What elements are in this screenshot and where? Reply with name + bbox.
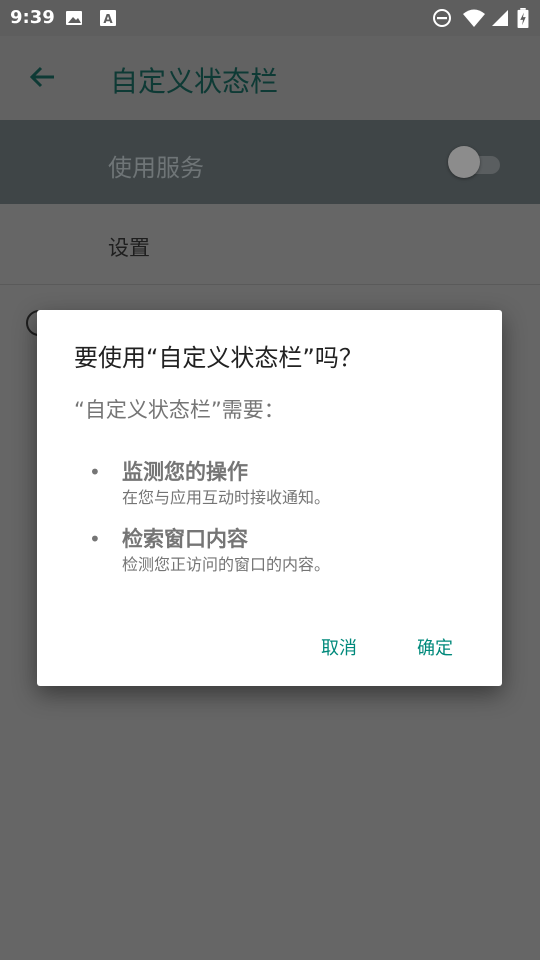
bullet-icon: •: [89, 527, 101, 551]
svg-text:A: A: [103, 12, 113, 26]
signal-icon: [492, 10, 508, 26]
status-bar: 9:39 A: [0, 0, 540, 36]
permission-title: 检索窗口内容: [122, 527, 248, 551]
do-not-disturb-icon: [433, 9, 451, 27]
use-service-label: 使用服务: [108, 154, 204, 182]
ok-button[interactable]: 确定: [411, 630, 459, 664]
settings-label: 设置: [108, 236, 150, 260]
permission-title: 监测您的操作: [122, 460, 248, 484]
arrow-back-icon[interactable]: [28, 63, 56, 91]
settings-row[interactable]: 设置: [0, 204, 540, 285]
service-switch-thumb[interactable]: [448, 146, 480, 178]
cancel-button[interactable]: 取消: [315, 630, 363, 664]
app-bar: 自定义状态栏: [0, 36, 540, 120]
dialog-title: 要使用“自定义状态栏”吗？: [74, 344, 363, 372]
permission-description: 在您与应用互动时接收通知。: [122, 488, 331, 507]
permission-dialog: 要使用“自定义状态栏”吗？ “自定义状态栏”需要： • 监测您的操作 在您与应用…: [37, 310, 502, 686]
permission-description: 检测您正访问的窗口的内容。: [122, 555, 331, 574]
bullet-icon: •: [89, 460, 101, 484]
image-icon: [66, 11, 82, 25]
dialog-subtitle: “自定义状态栏”需要：: [74, 398, 285, 422]
text-a-icon: A: [100, 10, 116, 26]
battery-charging-icon: [517, 8, 529, 28]
wifi-icon: [463, 9, 485, 27]
status-time: 9:39: [10, 7, 55, 28]
page-title: 自定义状态栏: [110, 65, 279, 98]
